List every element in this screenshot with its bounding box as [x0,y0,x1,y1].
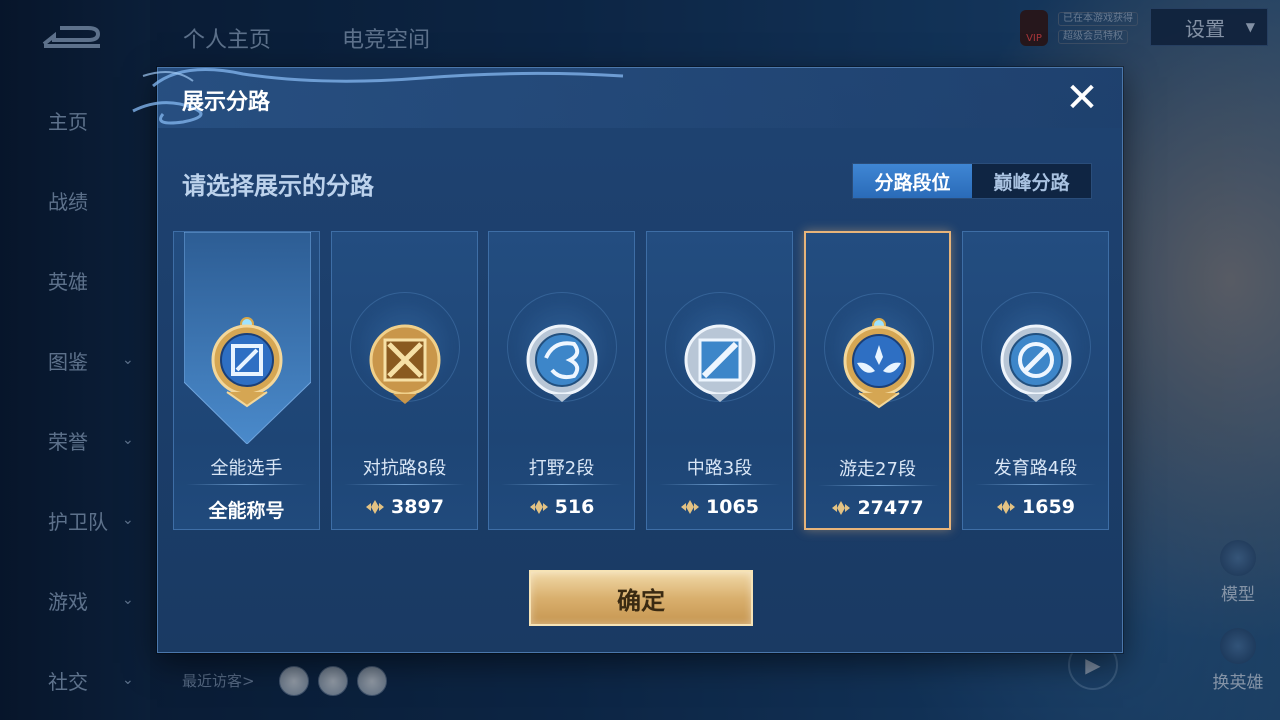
lane-score-value: 3897 [391,496,444,518]
roam-gold-badge-icon [843,318,915,409]
lane-score-value: 516 [554,496,595,518]
all-round-gold-badge-icon [211,317,283,408]
dialog-title: 展示分路 [182,90,271,115]
close-icon[interactable]: ✕ [1062,78,1102,118]
lane-score-value: 全能称号 [208,500,285,522]
divider [186,484,307,485]
lane-name: 打野2段 [528,458,595,479]
lane-mode-toggle: 分路段位 巅峰分路 [852,163,1092,199]
divider [344,484,465,485]
lane-card-all-round[interactable]: 全能选手 全能称号 [173,231,320,530]
lane-score-value: 1659 [1022,496,1075,518]
lane-score: 1659 [963,496,1108,518]
lane-card-mid[interactable]: 中路3段 1065 [646,231,793,530]
lane-score-value: 27477 [857,497,924,519]
lane-card-clash[interactable]: 对抗路8段 3897 [331,231,478,530]
lane-card-farm[interactable]: 发育路4段 1659 [962,231,1109,530]
lane-card-jungle[interactable]: 打野2段 516 [488,231,635,530]
lane-score: 27477 [806,497,949,519]
lane-card-list: 全能选手 全能称号 对抗路8段 3897 打野2段 516 中路3段 1065 … [173,231,1113,531]
lane-points-icon [366,500,385,514]
lane-score: 516 [489,496,634,518]
dialog-subtitle: 请选择展示的分路 [182,172,374,200]
confirm-button[interactable]: 确定 [529,570,753,626]
divider [501,484,622,485]
lane-name: 对抗路8段 [362,458,447,479]
clash-lane-gold-badge-icon [369,324,441,404]
tab-lane-rank[interactable]: 分路段位 [853,164,972,198]
divider [818,485,939,486]
lane-points-icon [529,500,548,514]
lane-score: 全能称号 [174,496,319,523]
lane-name: 游走27段 [839,459,916,480]
farm-lane-silver-badge-icon [1000,324,1072,402]
lane-name: 全能选手 [210,458,283,479]
lane-score: 1065 [647,496,792,518]
lane-score-value: 1065 [706,496,759,518]
lane-card-roam[interactable]: 游走27段 27477 [804,231,951,530]
lane-name: 中路3段 [686,458,753,479]
divider [659,484,780,485]
tab-peak-lane[interactable]: 巅峰分路 [972,164,1091,198]
divider [975,484,1096,485]
lane-score: 3897 [332,496,477,518]
jungle-silver-badge-icon [526,324,598,402]
mid-lane-silver-badge-icon [684,324,756,402]
lane-points-icon [997,500,1016,514]
lane-points-icon [681,500,700,514]
lane-points-icon [832,501,851,515]
lane-display-dialog: 展示分路 ✕ 请选择展示的分路 分路段位 巅峰分路 全能选手 全能称号 对抗路8… [132,67,1123,653]
lane-name: 发育路4段 [993,458,1078,479]
